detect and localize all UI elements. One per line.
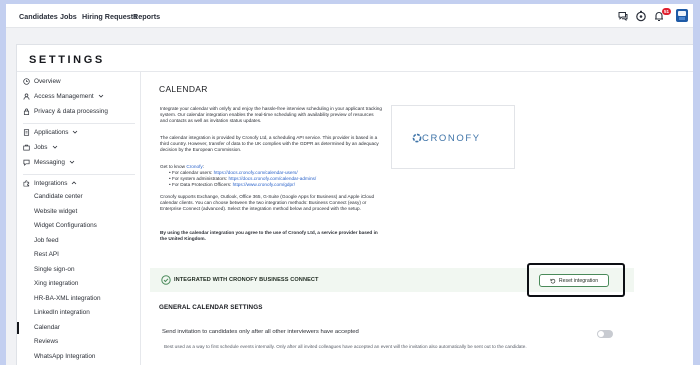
sidebar-item-label: Overview (34, 77, 61, 85)
agreement-text: By using the calendar integration you ag… (160, 230, 378, 242)
sidebar-item-widget-configurations[interactable]: Widget Configurations (34, 222, 97, 229)
sidebar-item-integrations[interactable]: Integrations (23, 177, 77, 189)
chevron-down-icon (73, 130, 78, 134)
integration-status-text: INTEGRATED WITH CRONOFY BUSINESS CONNECT (174, 277, 319, 283)
calendar-admins-link[interactable]: https://docs.cronofy.com/calendar-admins… (228, 176, 316, 181)
sidebar-item-whatsapp-integration[interactable]: WhatsApp Integration (34, 353, 95, 360)
lock-icon (23, 108, 30, 115)
list-item: • For Data Protection Officers: https://… (169, 182, 296, 188)
avatar[interactable] (676, 9, 688, 22)
app-window: Candidates Jobs Hiring Requests Reports … (6, 4, 693, 365)
puzzle-icon (23, 179, 30, 186)
sidebar-item-applications[interactable]: Applications (23, 126, 78, 138)
sidebar-divider (23, 123, 135, 124)
get-to-know-prefix: Get to know (160, 164, 187, 169)
general-settings-title: GENERAL CALENDAR SETTINGS (159, 304, 263, 311)
sidebar-item-label: Messaging (34, 158, 65, 166)
sidebar-item-label: Applications (34, 128, 69, 136)
intro-text: Integrate your calendar with onlyfy and … (160, 106, 382, 124)
sidebar-item-jobs[interactable]: Jobs (23, 141, 58, 153)
provider-text: The calendar integration is provided by … (160, 135, 379, 153)
sidebar-item-label: Privacy & data processing (34, 107, 108, 115)
sidebar-item-rest-api[interactable]: Rest API (34, 251, 59, 258)
sidebar-item-linkedin-integration[interactable]: LinkedIn integration (34, 309, 90, 316)
invite-after-accept-hint: Best used as a way to first schedule eve… (164, 344, 527, 349)
timer-icon[interactable] (635, 10, 647, 22)
sidebar-item-messaging[interactable]: Messaging (23, 156, 75, 168)
nav-candidates[interactable]: Candidates (19, 12, 58, 21)
invite-after-accept-label: Send invitation to candidates only after… (162, 329, 359, 335)
top-navigation: Candidates Jobs Hiring Requests Reports … (6, 4, 693, 28)
sidebar-item-calendar[interactable]: Calendar (34, 324, 60, 331)
reset-integration-label: Reset integration (558, 277, 599, 284)
support-text: Cronofy supports Exchange, Outlook, Offi… (160, 194, 375, 212)
chevron-down-icon (52, 145, 57, 149)
sidebar-item-website-widget[interactable]: Website widget (34, 208, 77, 215)
calendar-users-link[interactable]: https://docs.cronofy.com/calendar-users/ (214, 170, 298, 175)
cronofy-logo-box: CRONOFY (391, 105, 515, 169)
sidebar-item-privacy[interactable]: Privacy & data processing (23, 105, 108, 117)
bullet-prefix: For Data Protection Officers: (171, 182, 233, 188)
sidebar-item-label: Access Management (34, 92, 94, 100)
active-item-indicator (17, 322, 19, 334)
bullet-prefix: For calendar users: (171, 170, 214, 175)
page-title: SETTINGS (29, 54, 105, 66)
sidebar-divider (23, 174, 135, 175)
settings-sidebar: Overview Access Management Privacy & dat… (17, 72, 141, 365)
scrollbar[interactable] (687, 72, 693, 365)
chevron-down-icon (98, 94, 103, 98)
briefcase-icon (23, 144, 30, 150)
section-title: CALENDAR (159, 84, 208, 94)
invite-after-accept-toggle[interactable] (597, 330, 613, 338)
sidebar-item-reviews[interactable]: Reviews (34, 338, 58, 345)
settings-card: SETTINGS Overview Access Management Priv… (16, 44, 693, 365)
cronofy-link[interactable]: Cronofy (186, 164, 202, 169)
sidebar-item-candidate-center[interactable]: Candidate center (34, 193, 83, 200)
clock-icon (23, 77, 30, 85)
sidebar-item-single-sign-on[interactable]: Single sign-on (34, 266, 75, 273)
chat-icon (23, 159, 30, 166)
document-icon (23, 128, 30, 136)
chevron-up-icon (72, 181, 77, 185)
notification-count-badge: 51 (662, 8, 671, 15)
sidebar-item-overview[interactable]: Overview (23, 75, 61, 87)
check-circle-icon (161, 275, 171, 285)
cronofy-logo-icon (412, 133, 422, 143)
get-to-know-suffix: : (202, 164, 205, 169)
sidebar-item-xing-integration[interactable]: Xing integration (34, 280, 78, 287)
person-icon (23, 93, 30, 100)
bullet-prefix: For system administrators: (171, 176, 229, 182)
sidebar-item-label: Integrations (34, 179, 68, 187)
chat-icon[interactable] (617, 10, 629, 22)
gdpr-link[interactable]: https://www.cronofy.com/gdpr/ (233, 182, 295, 187)
nav-reports[interactable]: Reports (133, 12, 160, 21)
reset-icon (550, 278, 556, 283)
cronofy-logo-text: CRONOFY (422, 133, 481, 144)
sidebar-item-job-feed[interactable]: Job feed (34, 237, 59, 244)
nav-hiring-requests[interactable]: Hiring Requests (82, 12, 137, 21)
nav-jobs[interactable]: Jobs (60, 12, 77, 21)
reset-integration-button[interactable]: Reset integration (539, 274, 609, 287)
chevron-down-icon (69, 160, 75, 164)
sidebar-item-hr-ba-xml-integration[interactable]: HR-BA-XML integration (34, 295, 101, 302)
bullet-list: • For calendar users: https://docs.crono… (169, 170, 391, 189)
sidebar-item-access-management[interactable]: Access Management (23, 90, 104, 102)
sidebar-item-label: Jobs (34, 143, 48, 151)
